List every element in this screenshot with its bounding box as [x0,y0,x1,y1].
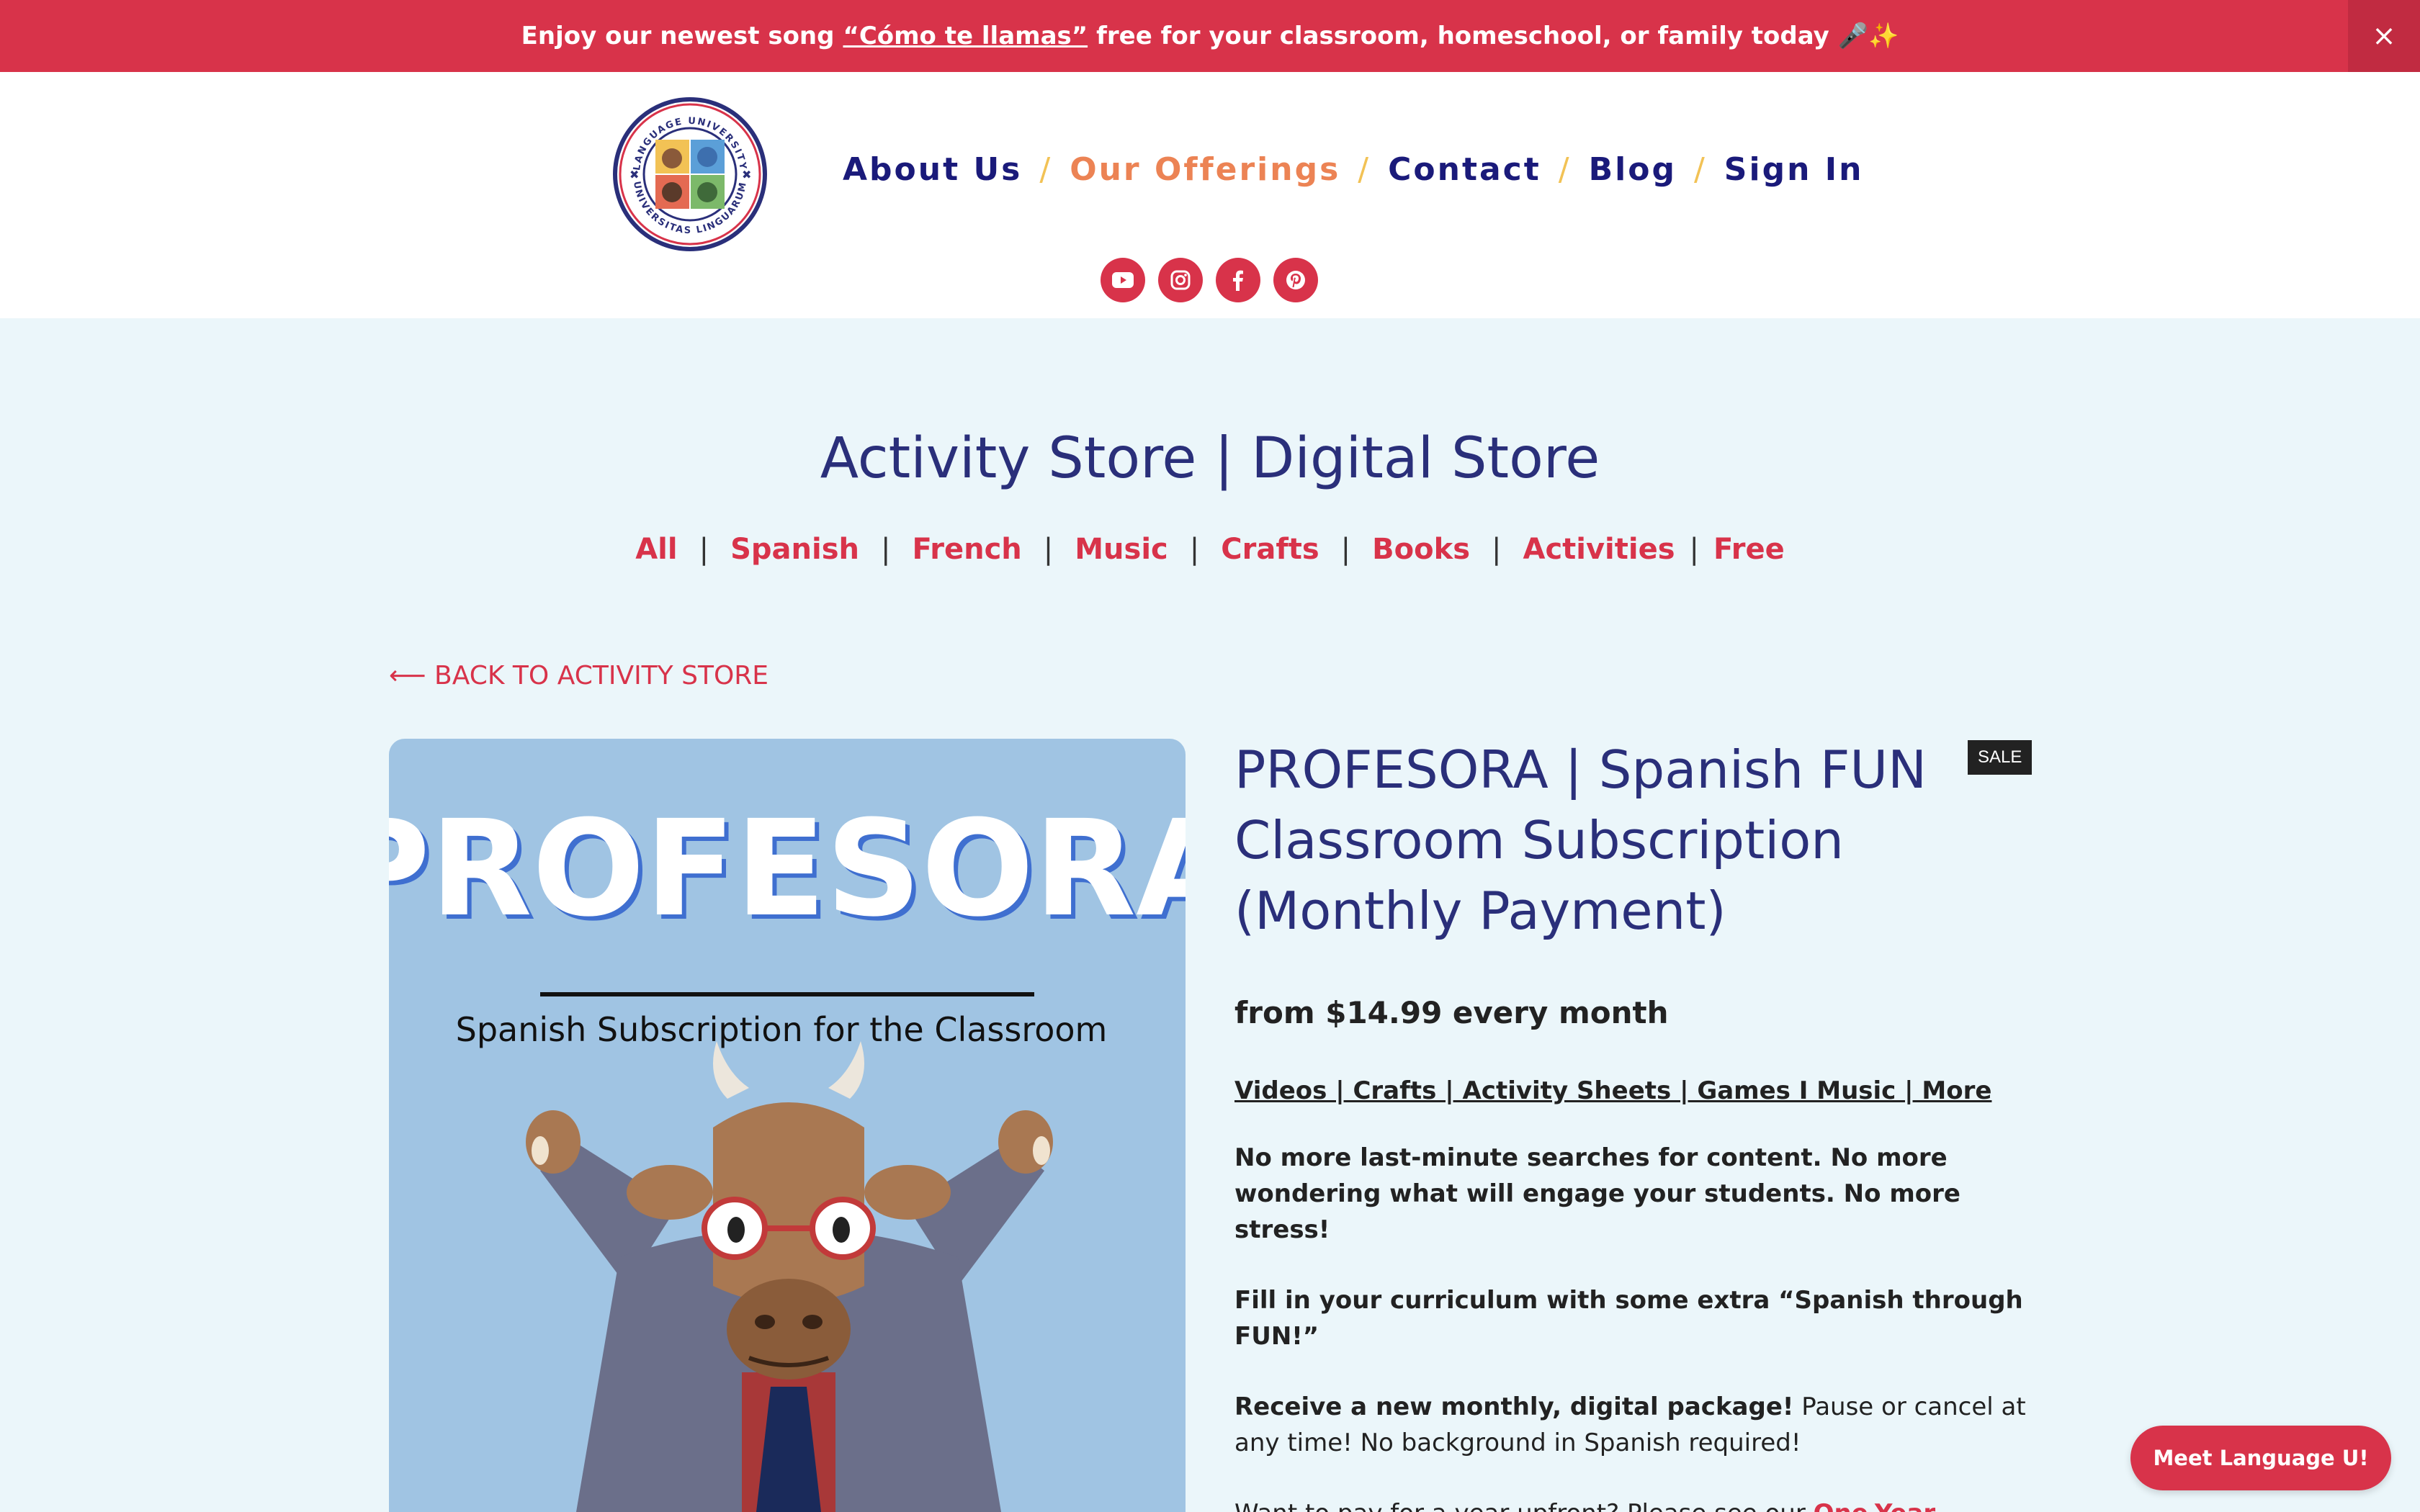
description-paragraph: Want to pay for a year upfront? Please s… [1234,1495,2034,1512]
description-paragraph: No more last-minute searches for content… [1234,1143,1960,1244]
nav-separator: / [1558,151,1572,188]
product-details: PROFESORA | Spanish FUN Classroom Subscr… [1234,734,2034,1512]
product-image[interactable]: PROFESORA PROFESORA Spanish Subscription… [389,739,1186,1512]
category-separator: | [1340,533,1351,566]
bull-mascot-illustration [526,1041,1053,1512]
svg-text:✖: ✖ [629,169,639,181]
product-price: from $14.99 every month [1234,995,1669,1030]
back-to-store-link[interactable]: ⟵ BACK TO ACTIVITY STORE [389,661,768,690]
category-crafts[interactable]: Crafts [1221,533,1319,566]
song-link[interactable]: “Cómo te llamas” [843,22,1088,50]
announcement-prefix: Enjoy our newest song [521,22,835,50]
nav-blog[interactable]: Blog [1589,151,1677,188]
nav-contact[interactable]: Contact [1388,151,1541,188]
category-music[interactable]: Music [1075,533,1168,566]
close-icon[interactable]: × [2348,0,2420,72]
description-text: Want to pay for a year upfront? Please s… [1234,1499,1814,1512]
description-bold: Receive a new monthly, digital package! [1234,1392,1794,1421]
description-paragraph: Fill in your curriculum with some extra … [1234,1286,2023,1351]
nav-separator: / [1039,151,1053,188]
description-paragraph: Receive a new monthly, digital package! … [1234,1389,2034,1461]
category-separator: | [1492,533,1502,566]
main-nav: About Us / Our Offerings / Contact / Blo… [843,151,1863,188]
features-link[interactable]: Videos | Crafts | Activity Sheets | Game… [1234,1076,2034,1105]
category-filter: All | Spanish | French | Music | Crafts … [0,533,2420,566]
sale-badge: SALE [1968,740,2033,775]
meet-language-u-button[interactable]: Meet Language U! [2130,1426,2391,1490]
category-separator: | [1189,533,1200,566]
nav-sign-in[interactable]: Sign In [1724,151,1864,188]
svg-text:✖: ✖ [742,169,751,181]
category-separator: | [1689,533,1700,566]
site-header: LANGUAGE UNIVERSITY UNIVERSITAS LINGUARU… [0,72,2420,318]
category-separator: | [1043,533,1054,566]
category-separator: | [699,533,709,566]
product-title: PROFESORA | Spanish FUN Classroom Subscr… [1234,739,1927,941]
image-title: PROFESORA [389,792,1186,946]
nav-our-offerings[interactable]: Our Offerings [1070,151,1340,188]
announcement-bar: Enjoy our newest song “Cómo te llamas” f… [0,0,2420,72]
category-activities[interactable]: Activities [1523,533,1675,566]
image-subtitle: Spanish Subscription for the Classroom [456,1010,1108,1049]
facebook-icon[interactable] [1216,258,1260,302]
social-links [1101,258,1318,302]
store-title: Activity Store | Digital Store [820,426,1600,491]
youtube-icon[interactable] [1101,258,1145,302]
category-spanish[interactable]: Spanish [730,533,859,566]
category-free[interactable]: Free [1713,533,1785,566]
instagram-icon[interactable] [1158,258,1203,302]
category-french[interactable]: French [912,533,1021,566]
nav-about-us[interactable]: About Us [843,151,1022,188]
language-university-logo[interactable]: LANGUAGE UNIVERSITY UNIVERSITAS LINGUARU… [612,96,768,252]
category-books[interactable]: Books [1372,533,1470,566]
nav-separator: / [1693,151,1707,188]
nav-separator: / [1358,151,1371,188]
announcement-suffix: free for your classroom, homeschool, or … [1096,22,1899,50]
category-separator: | [880,533,891,566]
pinterest-icon[interactable] [1273,258,1318,302]
category-all[interactable]: All [635,533,677,566]
